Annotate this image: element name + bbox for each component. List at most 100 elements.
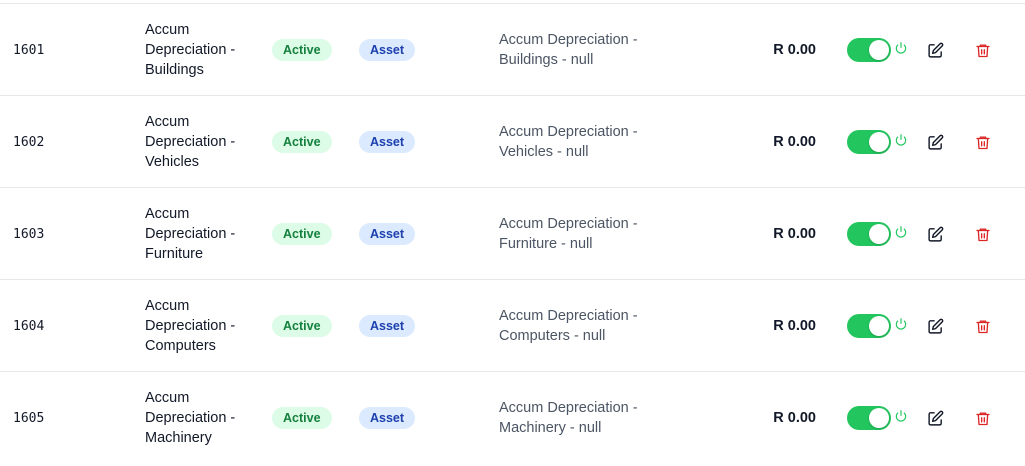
power-icon bbox=[894, 41, 908, 60]
account-description: Accum Depreciation - Computers - null bbox=[499, 280, 669, 372]
table-row: 1603 Accum Depreciation - Furniture Acti… bbox=[0, 187, 1025, 279]
description-line: Buildings - null bbox=[499, 52, 594, 68]
description-line: Accum Depreciation - bbox=[499, 308, 638, 324]
edit-button[interactable] bbox=[927, 410, 944, 427]
toggle-knob bbox=[869, 316, 889, 336]
status-badge: Active bbox=[272, 407, 332, 429]
account-name-line: Accum bbox=[145, 22, 190, 38]
edit-button[interactable] bbox=[927, 318, 944, 335]
edit-cell bbox=[927, 372, 944, 464]
description-line: Computers - null bbox=[499, 328, 606, 344]
power-icon bbox=[894, 225, 908, 244]
delete-button[interactable] bbox=[975, 410, 991, 427]
status-cell: Active bbox=[272, 372, 332, 464]
account-code: 1602 bbox=[13, 134, 45, 150]
delete-cell bbox=[975, 4, 991, 96]
status-badge: Active bbox=[272, 39, 332, 61]
power-icon bbox=[894, 133, 908, 152]
trash-icon bbox=[976, 412, 990, 425]
description-line: Machinery - null bbox=[499, 420, 602, 436]
status-cell: Active bbox=[272, 4, 332, 96]
account-name: Accum Depreciation - Buildings bbox=[145, 4, 260, 96]
type-cell: Asset bbox=[359, 188, 416, 280]
type-cell: Asset bbox=[359, 280, 416, 372]
account-balance: R 0.00 bbox=[773, 134, 816, 150]
account-name: Accum Depreciation - Vehicles bbox=[145, 96, 260, 188]
account-code: 1603 bbox=[13, 226, 45, 242]
status-cell: Active bbox=[272, 188, 332, 280]
description-line: Furniture - null bbox=[499, 236, 593, 252]
delete-cell bbox=[975, 280, 991, 372]
power-cell bbox=[894, 188, 908, 280]
account-name-line: Accum bbox=[145, 114, 190, 130]
toggle-cell bbox=[847, 188, 891, 280]
active-toggle[interactable] bbox=[847, 314, 891, 338]
power-cell bbox=[894, 96, 908, 188]
status-badge: Active bbox=[272, 315, 332, 337]
trash-icon bbox=[976, 228, 990, 241]
active-toggle[interactable] bbox=[847, 130, 891, 154]
account-code: 1601 bbox=[13, 42, 45, 58]
account-balance: R 0.00 bbox=[773, 42, 816, 58]
account-balance: R 0.00 bbox=[773, 410, 816, 426]
edit-button[interactable] bbox=[927, 134, 944, 151]
account-name: Accum Depreciation - Furniture bbox=[145, 188, 260, 280]
edit-pencil-icon bbox=[928, 410, 944, 426]
edit-pencil-icon bbox=[928, 42, 944, 58]
trash-icon bbox=[976, 320, 990, 333]
delete-cell bbox=[975, 188, 991, 280]
type-badge: Asset bbox=[359, 131, 416, 153]
active-toggle[interactable] bbox=[847, 406, 891, 430]
toggle-knob bbox=[869, 224, 889, 244]
delete-button[interactable] bbox=[975, 42, 991, 59]
description-line: Accum Depreciation - bbox=[499, 400, 638, 416]
account-balance: R 0.00 bbox=[773, 318, 816, 334]
account-description: Accum Depreciation - Vehicles - null bbox=[499, 96, 669, 188]
account-description: Accum Depreciation - Furniture - null bbox=[499, 188, 669, 280]
edit-button[interactable] bbox=[927, 226, 944, 243]
type-badge: Asset bbox=[359, 315, 416, 337]
toggle-cell bbox=[847, 280, 891, 372]
description-line: Accum Depreciation - bbox=[499, 216, 638, 232]
description-line: Accum Depreciation - bbox=[499, 124, 638, 140]
delete-button[interactable] bbox=[975, 226, 991, 243]
edit-pencil-icon bbox=[928, 134, 944, 150]
delete-cell bbox=[975, 96, 991, 188]
type-badge: Asset bbox=[359, 223, 416, 245]
account-description: Accum Depreciation - Buildings - null bbox=[499, 4, 669, 96]
account-name-line: Machinery bbox=[145, 430, 212, 446]
edit-button[interactable] bbox=[927, 42, 944, 59]
type-cell: Asset bbox=[359, 372, 416, 464]
edit-cell bbox=[927, 188, 944, 280]
account-name-line: Accum bbox=[145, 298, 190, 314]
account-description: Accum Depreciation - Machinery - null bbox=[499, 372, 669, 464]
toggle-cell bbox=[847, 4, 891, 96]
toggle-knob bbox=[869, 40, 889, 60]
edit-pencil-icon bbox=[928, 318, 944, 334]
power-icon bbox=[894, 317, 908, 336]
type-badge: Asset bbox=[359, 407, 416, 429]
power-cell bbox=[894, 4, 908, 96]
toggle-knob bbox=[869, 408, 889, 428]
account-name-line: Depreciation - bbox=[145, 318, 236, 334]
toggle-cell bbox=[847, 372, 891, 464]
account-name: Accum Depreciation - Computers bbox=[145, 280, 260, 372]
trash-icon bbox=[976, 136, 990, 149]
account-name-line: Depreciation - bbox=[145, 134, 236, 150]
delete-button[interactable] bbox=[975, 318, 991, 335]
active-toggle[interactable] bbox=[847, 222, 891, 246]
accounts-table: 1601 Accum Depreciation - Buildings Acti… bbox=[0, 3, 1025, 463]
edit-pencil-icon bbox=[928, 226, 944, 242]
power-cell bbox=[894, 372, 908, 464]
account-name-line: Vehicles bbox=[145, 154, 200, 170]
account-code: 1605 bbox=[13, 410, 45, 426]
description-line: Vehicles - null bbox=[499, 144, 589, 160]
table-row: 1604 Accum Depreciation - Computers Acti… bbox=[0, 279, 1025, 371]
status-cell: Active bbox=[272, 280, 332, 372]
account-name-line: Depreciation - bbox=[145, 226, 236, 242]
type-cell: Asset bbox=[359, 4, 416, 96]
status-cell: Active bbox=[272, 96, 332, 188]
account-name-line: Furniture bbox=[145, 246, 204, 262]
active-toggle[interactable] bbox=[847, 38, 891, 62]
delete-button[interactable] bbox=[975, 134, 991, 151]
